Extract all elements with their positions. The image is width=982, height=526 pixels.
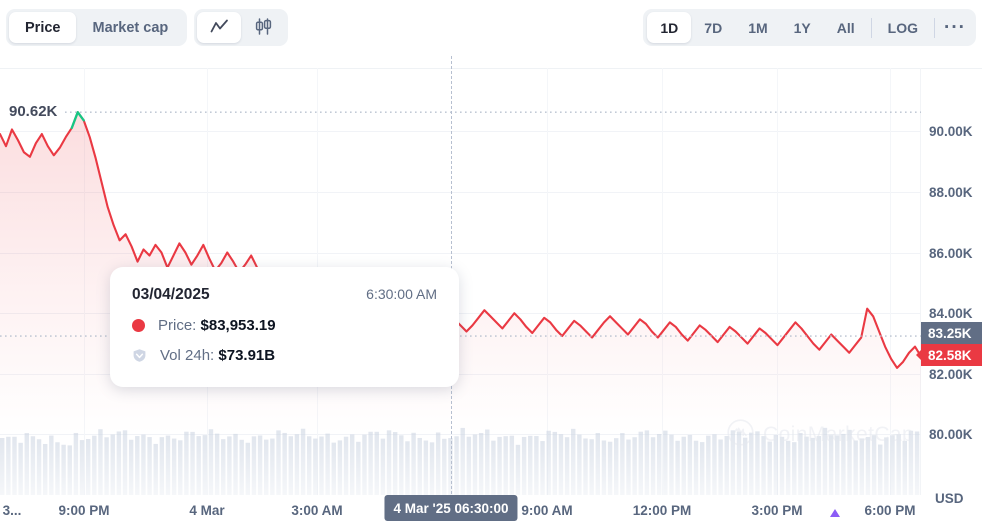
watermark-text: CoinMarketCap xyxy=(763,423,915,446)
chart-toolbar: Price Market cap 1D 7D 1M 1Y All LOG ··· xyxy=(0,0,982,55)
tooltip-price-row: Price: $83,953.19 xyxy=(132,317,437,334)
tooltip-volume-row: Vol 24h: $73.91B xyxy=(132,347,437,364)
tab-price[interactable]: Price xyxy=(9,12,77,43)
tooltip-time: 6:30:00 AM xyxy=(366,286,437,302)
tooltip-volume-label: Vol 24h: xyxy=(160,347,215,364)
y-tick-90k: 90.00K xyxy=(929,124,973,139)
line-chart-button[interactable] xyxy=(197,12,241,43)
metric-toggle-group: Price Market cap xyxy=(6,9,188,46)
range-7d[interactable]: 7D xyxy=(691,12,735,43)
x-tick-0: 3... xyxy=(2,503,22,518)
x-tick-6: 3:00 PM xyxy=(751,503,803,518)
price-chart-widget: Price Market cap 1D 7D 1M 1Y All LOG ···… xyxy=(0,0,982,526)
y-tick-82k: 82.00K xyxy=(929,367,973,382)
tooltip-header: 03/04/2025 6:30:00 AM xyxy=(132,286,437,304)
last-price-badge: 82.58K xyxy=(916,344,982,366)
x-tick-1: 9:00 PM xyxy=(58,503,110,518)
coinmarketcap-logo-icon xyxy=(727,419,754,451)
watermark: CoinMarketCap xyxy=(727,419,914,451)
tooltip-date: 03/04/2025 xyxy=(132,286,210,303)
tooltip-volume-value: $73.91B xyxy=(218,347,276,364)
price-dot-icon xyxy=(132,319,145,332)
tooltip-price-label: Price: xyxy=(158,317,197,334)
tooltip-price-text: Price: $83,953.19 xyxy=(158,317,276,334)
range-all[interactable]: All xyxy=(824,12,868,43)
y-tick-84k: 84.00K xyxy=(929,306,973,321)
y-tick-80k: 80.00K xyxy=(929,427,973,442)
y-tick-86k: 86.00K xyxy=(929,246,973,261)
x-tick-2: 4 Mar xyxy=(189,503,225,518)
crosshair-time-badge: 4 Mar '25 06:30:00 xyxy=(384,495,518,521)
chart-tooltip: 03/04/2025 6:30:00 AM Price: $83,953.19 … xyxy=(110,267,459,387)
x-axis: 3... 9:00 PM 4 Mar 3:00 AM 9:00 AM 12:00… xyxy=(0,495,982,526)
y-tick-88k: 88.00K xyxy=(929,185,973,200)
range-1m[interactable]: 1M xyxy=(735,12,780,43)
toolbar-divider-1 xyxy=(870,17,872,38)
crosshair-price-badge-value: 83.25K xyxy=(928,325,972,341)
y-axis: 90.00K 88.00K 86.00K 84.00K 82.00K 80.00… xyxy=(916,68,982,526)
tooltip-price-value: $83,953.19 xyxy=(200,317,276,334)
x-tick-7: 6:00 PM xyxy=(864,503,916,518)
range-1d[interactable]: 1D xyxy=(647,12,692,43)
chart-type-toggle-group xyxy=(194,9,288,46)
toolbar-divider-2 xyxy=(934,17,935,38)
peak-price-label: 90.62K xyxy=(4,101,63,122)
candlestick-chart-icon xyxy=(254,17,273,38)
range-1y[interactable]: 1Y xyxy=(781,12,824,43)
line-chart-icon xyxy=(210,19,229,37)
log-scale-button[interactable]: LOG xyxy=(875,12,931,43)
time-range-toggle-group: 1D 7D 1M 1Y All LOG ··· xyxy=(643,9,976,46)
x-axis-event-marker[interactable] xyxy=(830,509,840,517)
more-options-button[interactable]: ··· xyxy=(938,12,972,43)
tooltip-volume-text: Vol 24h: $73.91B xyxy=(160,347,275,364)
crosshair-price-badge: 83.25K xyxy=(921,322,982,344)
shield-icon xyxy=(132,348,147,363)
candlestick-chart-button[interactable] xyxy=(241,12,285,43)
last-price-badge-value: 82.58K xyxy=(928,347,972,363)
x-tick-4: 9:00 AM xyxy=(521,503,573,518)
x-tick-3: 3:00 AM xyxy=(291,503,343,518)
x-tick-5: 12:00 PM xyxy=(632,503,692,518)
last-price-badge-notch xyxy=(916,350,921,360)
tab-market-cap[interactable]: Market cap xyxy=(76,12,184,43)
